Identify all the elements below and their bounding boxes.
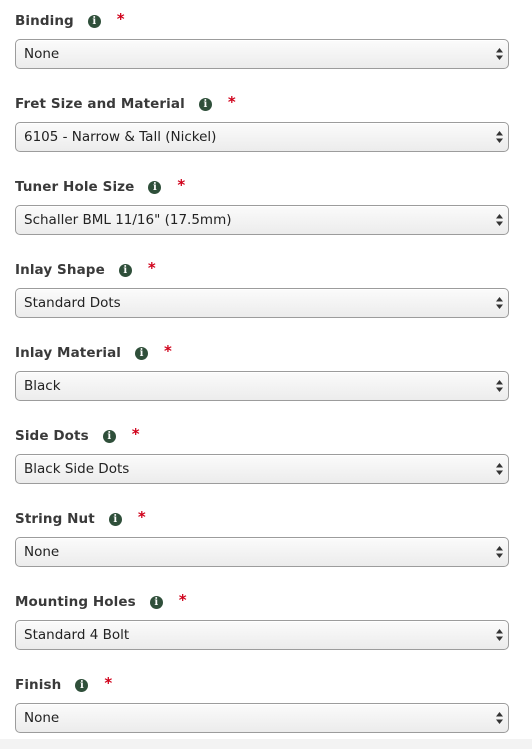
required-asterisk: * <box>116 10 125 28</box>
info-icon[interactable]: i <box>108 513 122 526</box>
fret-size-select[interactable]: 6105 - Narrow & Tall (Nickel) <box>15 122 509 152</box>
info-icon[interactable]: i <box>148 181 162 194</box>
tuner-hole-size-label: Tuner Hole Size <box>15 179 135 195</box>
chevron-updown-icon <box>496 48 503 60</box>
binding-label-row: Binding i * <box>15 10 125 30</box>
required-asterisk: * <box>164 342 172 360</box>
chevron-updown-icon <box>496 629 503 641</box>
side-dots-select[interactable]: Black Side Dots <box>15 454 509 484</box>
finish-label-row: Finish i * <box>15 674 113 694</box>
inlay-material-select[interactable]: Black <box>15 371 509 401</box>
finish-select[interactable]: None <box>15 703 509 733</box>
info-icon[interactable]: i <box>149 596 163 609</box>
tuner-hole-size-selected-value: Schaller BML 11/16" (17.5mm) <box>24 212 232 228</box>
info-icon[interactable]: i <box>118 264 132 277</box>
binding-label: Binding <box>15 13 74 29</box>
info-icon[interactable]: i <box>198 98 212 111</box>
binding-selected-value: None <box>24 46 60 62</box>
required-asterisk: * <box>227 93 236 111</box>
string-nut-field: String Nut i * None <box>15 498 511 581</box>
inlay-shape-selected-value: Standard Dots <box>24 295 121 311</box>
page-bottom-divider <box>0 739 532 749</box>
string-nut-label: String Nut <box>15 511 95 527</box>
inlay-shape-field: Inlay Shape i * Standard Dots <box>15 249 511 332</box>
required-asterisk: * <box>131 425 140 443</box>
inlay-shape-select[interactable]: Standard Dots <box>15 288 509 318</box>
mounting-holes-field: Mounting Holes i * Standard 4 Bolt <box>15 581 511 664</box>
required-asterisk: * <box>177 176 186 194</box>
mounting-holes-selected-value: Standard 4 Bolt <box>24 627 130 643</box>
chevron-updown-icon <box>496 131 503 143</box>
side-dots-label-row: Side Dots i * <box>15 425 140 445</box>
mounting-holes-select[interactable]: Standard 4 Bolt <box>15 620 509 650</box>
fret-size-label: Fret Size and Material <box>15 96 185 112</box>
side-dots-field: Side Dots i * Black Side Dots <box>15 415 511 498</box>
inlay-material-label-row: Inlay Material i * <box>15 342 172 362</box>
mounting-holes-label-row: Mounting Holes i * <box>15 591 187 611</box>
finish-label: Finish <box>15 677 62 693</box>
tuner-hole-size-label-row: Tuner Hole Size i * <box>15 176 186 196</box>
side-dots-selected-value: Black Side Dots <box>24 461 130 477</box>
inlay-material-selected-value: Black <box>24 378 61 394</box>
inlay-material-label: Inlay Material <box>15 345 122 361</box>
binding-select[interactable]: None <box>15 39 509 69</box>
side-dots-label: Side Dots <box>15 428 89 444</box>
binding-field: Binding i * None <box>15 0 511 83</box>
chevron-updown-icon <box>496 380 503 392</box>
finish-selected-value: None <box>24 710 60 726</box>
chevron-updown-icon <box>496 297 503 309</box>
chevron-updown-icon <box>496 214 503 226</box>
tuner-hole-size-field: Tuner Hole Size i * Schaller BML 11/16" … <box>15 166 511 249</box>
inlay-shape-label-row: Inlay Shape i * <box>15 259 156 279</box>
chevron-updown-icon <box>496 546 503 558</box>
fret-size-selected-value: 6105 - Narrow & Tall (Nickel) <box>24 129 217 145</box>
chevron-updown-icon <box>496 463 503 475</box>
required-asterisk: * <box>178 591 187 609</box>
neck-options-form: Binding i * None Fret Size and Material … <box>0 0 532 749</box>
fret-size-label-row: Fret Size and Material i * <box>15 93 236 113</box>
string-nut-label-row: String Nut i * <box>15 508 146 528</box>
chevron-updown-icon <box>496 712 503 724</box>
fret-size-field: Fret Size and Material i * 6105 - Narrow… <box>15 83 511 166</box>
mounting-holes-label: Mounting Holes <box>15 594 136 610</box>
string-nut-select[interactable]: None <box>15 537 509 567</box>
required-asterisk: * <box>104 674 113 692</box>
tuner-hole-size-select[interactable]: Schaller BML 11/16" (17.5mm) <box>15 205 509 235</box>
inlay-shape-label: Inlay Shape <box>15 262 105 278</box>
required-asterisk: * <box>137 508 146 526</box>
info-icon[interactable]: i <box>75 679 89 692</box>
finish-field: Finish i * None <box>15 664 511 747</box>
required-asterisk: * <box>147 259 156 277</box>
string-nut-selected-value: None <box>24 544 60 560</box>
info-icon[interactable]: i <box>135 347 149 360</box>
inlay-material-field: Inlay Material i * Black <box>15 332 511 415</box>
info-icon[interactable]: i <box>87 15 101 28</box>
info-icon[interactable]: i <box>102 430 116 443</box>
